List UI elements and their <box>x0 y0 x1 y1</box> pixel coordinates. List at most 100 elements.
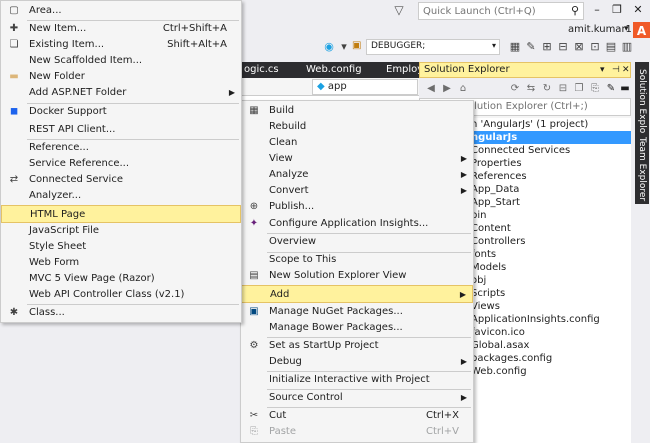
toolbar-icon-5[interactable]: ⊠ <box>572 40 586 54</box>
shortcut-label: Ctrl+V <box>425 426 459 437</box>
properties-icon[interactable]: ⎘ <box>588 82 602 96</box>
debug-config-value: DEBUGGER; <box>371 41 426 51</box>
tree-item-label: favicon.ico <box>471 327 525 338</box>
project-context-menu: ▦ Build Rebuild Clean View ▶ Analyze ▶ Conv… <box>240 100 474 443</box>
menu-item-web-api-controller[interactable]: Web API Controller Class (v2.1) <box>1 286 241 304</box>
refresh-icon[interactable]: ↻ <box>540 82 554 96</box>
area-icon: ▢ <box>9 5 19 16</box>
docker-icon: ◼ <box>9 106 19 117</box>
menu-item-html-page[interactable]: HTML Page <box>1 205 241 223</box>
connected-service-icon: ⇄ <box>9 174 19 185</box>
new-item-icon: ✚ <box>9 23 19 34</box>
sync-icon[interactable]: ⟳ <box>508 82 522 96</box>
toolbar-icon-7[interactable]: ▤ <box>604 40 618 54</box>
tree-item-label: Views <box>471 301 500 312</box>
menu-item-new-se-view[interactable]: ▤ New Solution Explorer View <box>241 267 473 285</box>
menu-item-debug[interactable]: Debug ▶ <box>241 353 473 371</box>
chevron-down-icon[interactable]: ▾ <box>600 63 605 77</box>
wrench-icon[interactable]: ✎ <box>524 40 538 54</box>
tab-web-config[interactable]: Web.config <box>302 62 366 78</box>
scope-value: app <box>327 81 347 92</box>
show-all-files-icon[interactable]: ❐ <box>572 82 586 96</box>
menu-item-paste[interactable]: ⎘ Paste Ctrl+V <box>241 423 473 441</box>
menu-item-area[interactable]: ▢ Area... <box>1 2 241 20</box>
rail-tab-team-explorer[interactable]: Team Explorer <box>635 134 649 204</box>
solution-explorer-title: Solution Explorer <box>424 64 510 75</box>
quick-launch-input[interactable] <box>419 3 559 19</box>
tree-item-label: ngularJs <box>471 132 518 143</box>
tree-item-label: App_Data <box>471 184 520 195</box>
maximize-icon[interactable]: ❐ <box>608 2 626 18</box>
tree-item-label: Controllers <box>471 236 526 247</box>
home-icon[interactable]: ⌂ <box>456 82 470 96</box>
tree-item-label: Properties <box>471 158 522 169</box>
dropdown-icon[interactable]: ▾ <box>337 40 351 54</box>
menu-item-publish[interactable]: ⊕ Publish... <box>241 198 473 216</box>
close-icon[interactable]: ✕ <box>629 2 647 18</box>
toolbar-icon-8[interactable]: ▥ <box>620 40 634 54</box>
chevron-right-icon: ▶ <box>228 88 235 97</box>
pin-icon[interactable]: ⊣ <box>612 63 620 77</box>
add-submenu: ▢ Area... ✚ New Item... Ctrl+Shift+A ❏ Exist… <box>0 0 242 323</box>
menu-item-class[interactable]: ✱ Class... <box>1 304 241 322</box>
menu-item-initialize-interactive[interactable]: Initialize Interactive with Project <box>241 371 473 389</box>
new-folder-icon: ▬ <box>9 71 19 82</box>
forward-icon[interactable]: ▶ <box>440 82 454 96</box>
menu-item-rest-api-client[interactable]: REST API Client... <box>1 121 241 139</box>
chevron-right-icon: ▶ <box>460 357 467 366</box>
solution-explorer-title-bar[interactable]: Solution Explorer ▾ ⊣ ✕ <box>419 62 631 78</box>
new-view-icon: ▤ <box>249 270 259 281</box>
quick-launch-box[interactable]: ⚲ <box>418 2 584 20</box>
tree-item-label: Web.config <box>471 366 527 377</box>
paste-icon: ⎘ <box>250 426 258 437</box>
menu-item-overview[interactable]: Overview <box>241 233 473 251</box>
toolbar-icon-6[interactable]: ⊡ <box>588 40 602 54</box>
scissors-icon: ✂ <box>249 410 259 421</box>
tree-item-label: App_Start <box>471 197 520 208</box>
wrench-icon[interactable]: ✎ <box>604 82 618 96</box>
collapse-all-icon[interactable]: ⊟ <box>556 82 570 96</box>
gear-icon: ⚙ <box>249 340 259 351</box>
debug-config-combo[interactable]: DEBUGGER; ▾ <box>366 39 500 55</box>
pin-icon[interactable]: ▬ <box>618 82 632 96</box>
tree-item-label: Global.asax <box>471 340 530 351</box>
nuget-icon: ▣ <box>249 306 259 317</box>
chevron-down-icon[interactable]: ▾ <box>624 24 629 34</box>
menu-item-docker-support[interactable]: ◼ Docker Support <box>1 103 241 121</box>
chevron-right-icon: ▶ <box>460 393 467 402</box>
start-icon[interactable]: ◉ <box>322 40 336 54</box>
toolbar-icon-3[interactable]: ⊞ <box>540 40 554 54</box>
filter-icon[interactable]: ▽ <box>392 3 406 17</box>
menu-item-configure-app-insights[interactable]: ✦ Configure Application Insights... <box>241 215 473 233</box>
menu-item-manage-bower[interactable]: Manage Bower Packages... <box>241 319 473 337</box>
tree-item-label: ApplicationInsights.config <box>471 314 600 325</box>
search-icon[interactable]: ⚲ <box>571 4 579 17</box>
chevron-down-icon[interactable]: ▾ <box>492 41 496 50</box>
tree-item-label: packages.config <box>471 353 553 364</box>
menu-item-source-control[interactable]: Source Control ▶ <box>241 389 473 407</box>
tree-item-label: Scripts <box>471 288 506 299</box>
user-name[interactable]: amit.kumar1 <box>568 24 632 35</box>
tree-item-label: fonts <box>471 249 497 260</box>
menu-item-add[interactable]: Add ▶ <box>241 285 473 303</box>
close-icon[interactable]: ✕ <box>622 63 630 77</box>
menu-item-analyzer[interactable]: Analyzer... <box>1 187 241 205</box>
minimize-icon[interactable]: – <box>588 2 606 18</box>
tree-item-label: n 'AngularJs' (1 project) <box>471 119 589 130</box>
pending-changes-icon[interactable]: ⇆ <box>524 82 538 96</box>
toolbar-icon-1[interactable]: ▦ <box>508 40 522 54</box>
tree-item-label: Models <box>471 262 507 273</box>
class-icon: ✱ <box>9 307 19 318</box>
publish-icon: ⊕ <box>249 201 259 212</box>
tree-item-label: Connected Services <box>471 145 571 156</box>
back-icon[interactable]: ◀ <box>424 82 438 96</box>
toolbar-icon-4[interactable]: ⊟ <box>556 40 570 54</box>
tree-item-label: References <box>471 171 527 182</box>
existing-item-icon: ❏ <box>9 39 19 50</box>
build-icon: ▦ <box>249 105 259 116</box>
tab-logic-cs[interactable]: ogic.cs <box>240 62 283 78</box>
debug-config-icon: ▣ <box>352 40 362 51</box>
scope-combo[interactable]: ◆ app <box>312 79 418 95</box>
menu-item-add-aspnet-folder[interactable]: Add ASP.NET Folder ▶ <box>1 84 241 102</box>
app-insights-icon: ✦ <box>249 218 259 229</box>
